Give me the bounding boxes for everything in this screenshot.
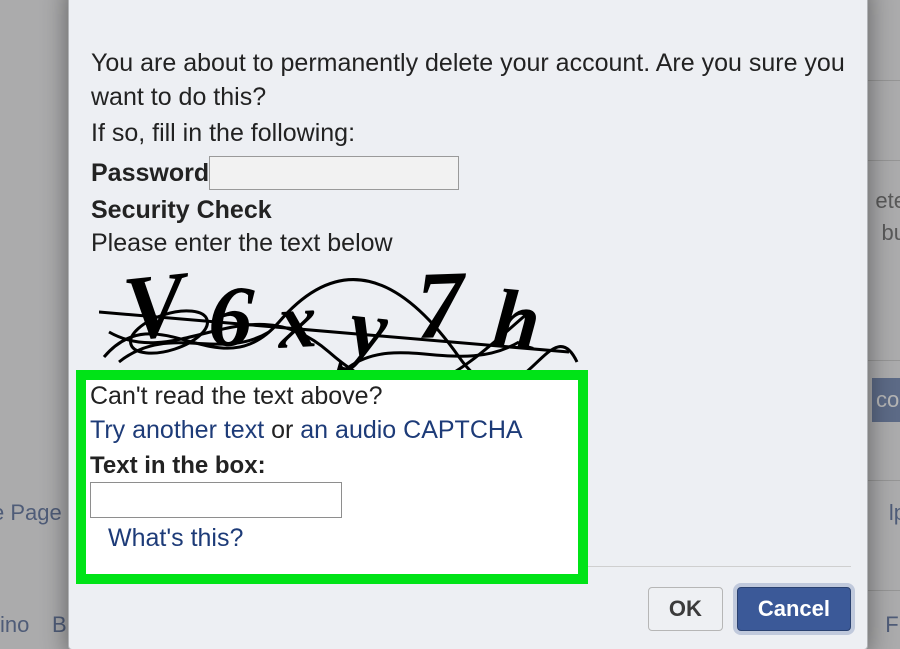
cancel-button[interactable]: Cancel xyxy=(737,587,851,631)
svg-text:7: 7 xyxy=(414,262,470,359)
dialog-body: You are about to permanently delete your… xyxy=(69,0,867,407)
password-label: Password xyxy=(91,159,209,188)
ok-button[interactable]: OK xyxy=(648,587,723,631)
captcha-help-panel: Can't read the text above? Try another t… xyxy=(76,370,588,584)
password-row: Password xyxy=(91,156,845,190)
text-in-box-label: Text in the box: xyxy=(90,452,574,480)
audio-captcha-link[interactable]: an audio CAPTCHA xyxy=(300,416,522,444)
captcha-text-input[interactable] xyxy=(90,482,342,518)
svg-text:y: y xyxy=(336,280,392,377)
page-background: ete bu co e Page lp ino B Fr You are abo… xyxy=(0,0,900,649)
delete-warning-text: You are about to permanently delete your… xyxy=(91,47,845,115)
svg-text:h: h xyxy=(489,273,544,370)
svg-text:x: x xyxy=(274,276,318,365)
captcha-alternatives: Try another text or an audio CAPTCHA xyxy=(90,414,574,448)
security-check-heading: Security Check xyxy=(91,196,845,225)
or-text: or xyxy=(264,416,300,444)
whats-this-link[interactable]: What's this? xyxy=(108,524,574,553)
captcha-image: V 6 x y 7 h xyxy=(99,262,845,387)
try-another-text-link[interactable]: Try another text xyxy=(90,416,264,444)
captcha-prompt: Please enter the text below xyxy=(91,229,845,258)
instruction-text: If so, fill in the following: xyxy=(91,117,845,151)
svg-text:V: V xyxy=(118,262,196,360)
svg-text:6: 6 xyxy=(206,267,257,367)
cant-read-text: Can't read the text above? xyxy=(90,380,574,414)
password-input[interactable] xyxy=(209,156,459,190)
